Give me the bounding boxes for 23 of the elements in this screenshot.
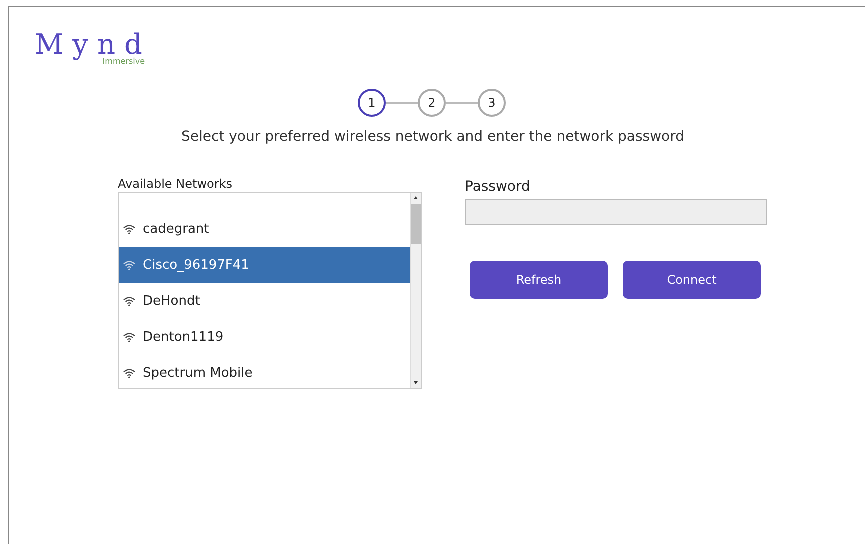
scrollbar[interactable]	[410, 193, 421, 388]
networks-label: Available Networks	[118, 177, 234, 191]
password-label: Password	[465, 179, 532, 195]
wifi-icon	[123, 332, 136, 342]
network-item[interactable]: DeHondt	[119, 283, 410, 319]
wifi-icon	[123, 260, 136, 270]
network-item[interactable]: Spectrum Mobile	[119, 355, 410, 388]
step-indicator: 2	[418, 89, 446, 117]
password-field[interactable]	[465, 199, 767, 225]
network-item[interactable]: Cisco_96197F41	[119, 247, 410, 283]
step-indicator: 1	[358, 89, 386, 117]
scroll-down-icon[interactable]	[414, 382, 418, 384]
wifi-icon	[123, 368, 136, 378]
action-button[interactable]: Connect	[623, 261, 761, 299]
instruction-text: Select your preferred wireless network and enter the network password	[180, 129, 686, 145]
scroll-thumb[interactable]	[411, 204, 421, 244]
network-item[interactable]: Denton1119	[119, 319, 410, 355]
action-button[interactable]: Refresh	[470, 261, 608, 299]
network-item[interactable]: cadegrant	[119, 211, 410, 247]
wifi-icon	[123, 296, 136, 306]
scroll-up-icon[interactable]	[414, 196, 418, 200]
wifi-icon	[123, 224, 136, 234]
step-indicator: 3	[478, 89, 506, 117]
